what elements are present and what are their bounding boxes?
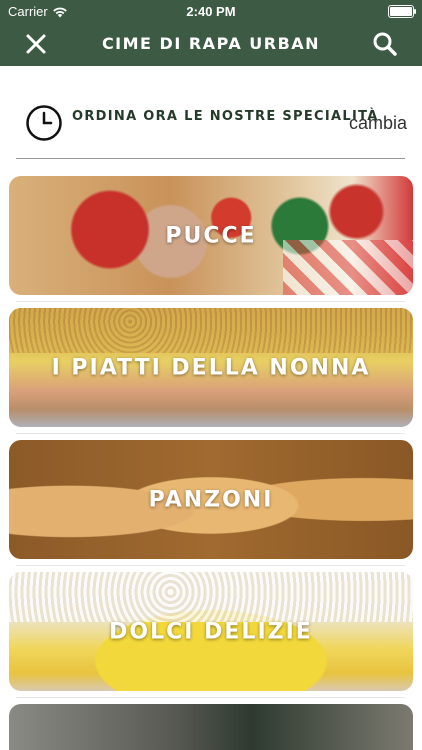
category-label: DOLCI DELIZIE: [109, 619, 313, 644]
nav-bar: CIME DI RAPA URBAN: [0, 22, 422, 66]
order-section: ORDINA ORA LE NOSTRE SPECIALITÀ cambia: [0, 66, 422, 160]
change-link[interactable]: cambia: [349, 113, 407, 134]
category-card-dolci-delizie[interactable]: DOLCI DELIZIE: [9, 572, 413, 691]
category-label: PANZONI: [148, 487, 274, 512]
card-separator: [16, 433, 405, 434]
page-title: CIME DI RAPA URBAN: [101, 34, 321, 53]
status-time: 2:40 PM: [186, 4, 236, 19]
category-label: I PIATTI DELLA NONNA: [51, 355, 371, 380]
clock-icon: [25, 104, 63, 142]
card-separator: [16, 697, 405, 698]
battery-fill: [390, 7, 412, 16]
category-card-pucce[interactable]: PUCCE: [9, 176, 413, 295]
status-bar: Carrier 2:40 PM: [0, 0, 422, 22]
search-icon[interactable]: [372, 31, 398, 57]
category-card-partial[interactable]: [9, 704, 413, 750]
card-separator: [16, 565, 405, 566]
category-card-panzoni[interactable]: PANZONI: [9, 440, 413, 559]
category-card-piatti-della-nonna[interactable]: I PIATTI DELLA NONNA: [9, 308, 413, 427]
battery-icon: [388, 5, 416, 18]
section-divider: [16, 158, 405, 159]
card-separator: [16, 301, 405, 302]
category-label: PUCCE: [165, 223, 257, 248]
order-heading: ORDINA ORA LE NOSTRE SPECIALITÀ: [72, 109, 379, 124]
